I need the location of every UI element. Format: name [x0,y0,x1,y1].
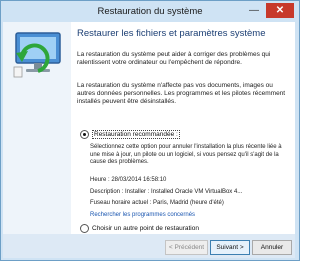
minimize-button[interactable]: — [244,3,264,18]
restore-time: Heure : 28/03/2014 16:58:10 [90,177,167,183]
close-button[interactable]: ✕ [266,3,294,18]
previous-button[interactable]: < Précédent [165,240,208,255]
intro-paragraph: La restauration du système peut aider à … [77,51,271,66]
radio-unchecked-icon [80,224,89,233]
recommended-description: Sélectionnez cette option pour annuler l… [90,144,282,166]
info-paragraph: La restauration du système n'affecte pas… [77,82,286,105]
page-heading: Restaurer les fichiers et paramètres sys… [77,28,266,39]
wizard-sidebar [3,22,71,234]
recommended-restore-label: Restauration recommandée : [92,130,180,140]
recommended-restore-radio[interactable]: Restauration recommandée : [80,130,180,140]
restore-timezone: Fuseau horaire actuel : Paris, Madrid (h… [90,200,224,206]
affected-programs-link[interactable]: Rechercher les programmes concernés [90,212,195,218]
cancel-button[interactable]: Annuler [252,240,292,255]
restore-description: Description : Installer : Installed Orac… [90,189,243,195]
next-button[interactable]: Suivant > [210,240,250,255]
system-restore-icon [13,32,61,78]
wizard-content: Restaurer les fichiers et paramètres sys… [3,22,295,234]
radio-checked-icon [80,130,89,139]
title-bar: Restauration du système — ✕ [1,1,299,23]
choose-restore-point-label: Choisir un autre point de restauration [92,225,199,233]
choose-restore-point-radio[interactable]: Choisir un autre point de restauration [80,224,199,233]
